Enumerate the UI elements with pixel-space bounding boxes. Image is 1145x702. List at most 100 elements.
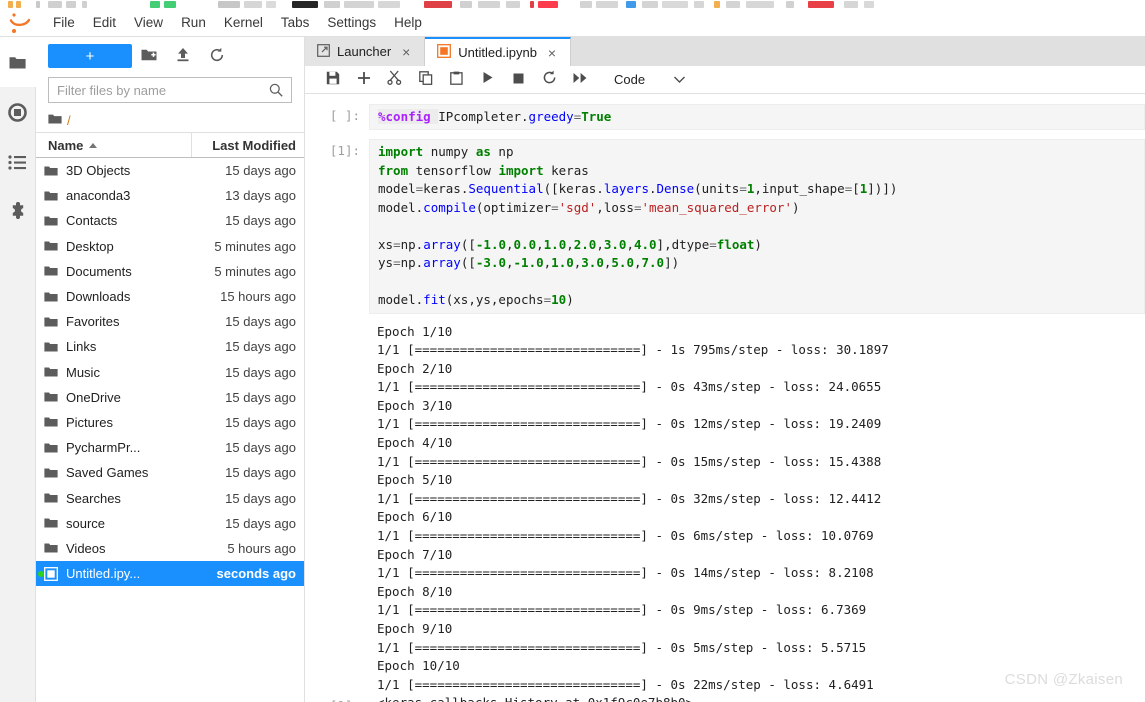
- code-line: %config IPcompleter.greedy=True: [378, 108, 1136, 127]
- file-list-item[interactable]: anaconda3 13 days ago: [36, 183, 304, 208]
- paste-cells-button[interactable]: [441, 67, 472, 91]
- sidebar-item-extensions[interactable]: [0, 187, 35, 237]
- stop-icon: [513, 72, 524, 87]
- file-name: source: [66, 515, 106, 531]
- close-icon[interactable]: ×: [398, 44, 414, 60]
- code-token: -1.0: [513, 255, 544, 270]
- code-token: True: [581, 108, 612, 124]
- output-prompt: [1]:: [305, 694, 369, 702]
- code-token: -1.0: [475, 236, 506, 252]
- search-input[interactable]: [49, 82, 269, 98]
- interrupt-kernel-button[interactable]: [503, 67, 534, 91]
- folder-icon: [36, 316, 66, 328]
- code-token: ]): [664, 255, 680, 270]
- bookmark-item: [66, 1, 76, 8]
- menu-item-help[interactable]: Help: [385, 12, 431, 33]
- bookmark-item: [164, 1, 176, 8]
- fast-forward-icon: [573, 72, 588, 87]
- code-token: ,: [536, 236, 544, 252]
- result-repr-text: <keras.callbacks.History at 0x1f9c0e7b8b…: [369, 694, 1145, 702]
- sidebar-item-running[interactable]: [0, 87, 35, 137]
- code-token: 'sgd': [558, 199, 597, 215]
- refresh-file-list-button[interactable]: [200, 43, 234, 69]
- file-last-modified: 15 days ago: [225, 465, 296, 481]
- file-list-item[interactable]: 3D Objects 15 days ago: [36, 158, 304, 183]
- file-last-modified: 5 minutes ago: [214, 263, 296, 279]
- code-token: np: [498, 144, 514, 159]
- main-area: + Filter files by name / Name Last Modif…: [0, 37, 1145, 702]
- new-folder-button[interactable]: [132, 43, 166, 69]
- file-list-item[interactable]: source 15 days ago: [36, 511, 304, 536]
- file-list-item[interactable]: PycharmPr... 15 days ago: [36, 435, 304, 460]
- file-last-modified: 15 days ago: [225, 440, 296, 456]
- menu-item-settings[interactable]: Settings: [318, 12, 385, 33]
- bookmark-item: [506, 1, 520, 8]
- close-icon[interactable]: ×: [544, 45, 560, 61]
- bookmark-item: [244, 1, 262, 8]
- training-log-text: Epoch 1/10 1/1 [========================…: [369, 322, 1145, 695]
- extension-manager-icon: [8, 202, 28, 222]
- file-name: Searches: [66, 490, 121, 506]
- cell-type-select[interactable]: Code: [610, 68, 688, 90]
- folder-icon: [36, 165, 66, 177]
- restart-kernel-button[interactable]: [534, 67, 565, 91]
- code-cell[interactable]: [ ]: %config IPcompleter.greedy=True: [305, 103, 1145, 130]
- breadcrumb[interactable]: /: [36, 109, 304, 133]
- sidebar-item-commands[interactable]: [0, 137, 35, 187]
- file-list-item[interactable]: Favorites 15 days ago: [36, 309, 304, 334]
- code-token: as: [475, 144, 499, 159]
- code-token: 1.0: [543, 236, 567, 252]
- code-token: 0.0: [513, 236, 537, 252]
- code-line: from tensorflow import keras: [378, 162, 1136, 181]
- file-list-item[interactable]: Links 15 days ago: [36, 334, 304, 359]
- file-list-item[interactable]: Searches 15 days ago: [36, 485, 304, 510]
- menu-item-view[interactable]: View: [125, 12, 172, 33]
- tab-untitled-notebook[interactable]: Untitled.ipynb ×: [425, 37, 571, 66]
- copy-cells-button[interactable]: [410, 67, 441, 91]
- file-list-item[interactable]: Downloads 15 hours ago: [36, 284, 304, 309]
- cell-editor[interactable]: import numpy as np from tensorflow import…: [369, 139, 1145, 314]
- activity-bar: [0, 37, 36, 702]
- file-list-item[interactable]: Pictures 15 days ago: [36, 410, 304, 435]
- bookmark-item: [460, 1, 472, 8]
- new-launcher-button[interactable]: +: [48, 44, 132, 68]
- cut-cells-button[interactable]: [379, 67, 410, 91]
- sidebar-item-file-browser[interactable]: [0, 37, 36, 87]
- tab-launcher[interactable]: Launcher ×: [305, 37, 426, 66]
- menu-item-run[interactable]: Run: [172, 12, 215, 33]
- restart-run-all-button[interactable]: [565, 67, 596, 91]
- file-name: 3D Objects: [66, 163, 131, 179]
- code-token: (units: [694, 181, 740, 196]
- save-button[interactable]: [317, 67, 348, 91]
- column-header-name[interactable]: Name: [36, 133, 192, 157]
- file-list-item-selected[interactable]: Untitled.ipy... seconds ago: [36, 561, 304, 587]
- file-list-item[interactable]: Documents 5 minutes ago: [36, 259, 304, 284]
- run-cell-button[interactable]: [472, 67, 503, 91]
- code-token: ,input_shape: [754, 181, 845, 196]
- file-list-item[interactable]: Desktop 5 minutes ago: [36, 234, 304, 259]
- insert-cell-button[interactable]: [348, 67, 379, 91]
- cell-editor[interactable]: %config IPcompleter.greedy=True: [369, 103, 1145, 130]
- folder-icon: [36, 366, 66, 378]
- breadcrumb-root[interactable]: /: [67, 113, 71, 128]
- file-list-item[interactable]: Saved Games 15 days ago: [36, 460, 304, 485]
- menu-item-edit[interactable]: Edit: [84, 12, 125, 33]
- file-list-item[interactable]: Music 15 days ago: [36, 360, 304, 385]
- code-cell[interactable]: [1]: import numpy as np from tensorflow im…: [305, 139, 1145, 314]
- file-list-item[interactable]: Contacts 15 days ago: [36, 208, 304, 233]
- code-token: ): [566, 292, 574, 307]
- code-token: IPcompleter: [438, 108, 522, 124]
- file-list-item[interactable]: OneDrive 15 days ago: [36, 385, 304, 410]
- upload-button[interactable]: [166, 43, 200, 69]
- menu-item-file[interactable]: File: [44, 12, 84, 33]
- file-list-item[interactable]: Videos 5 hours ago: [36, 536, 304, 561]
- code-token: ): [791, 199, 800, 215]
- notebook-cells-container[interactable]: [ ]: %config IPcompleter.greedy=True [1]: i…: [305, 93, 1145, 702]
- column-header-last-modified[interactable]: Last Modified: [192, 138, 304, 153]
- filter-files-field[interactable]: [48, 77, 292, 103]
- menu-item-tabs[interactable]: Tabs: [272, 12, 319, 33]
- file-name: Downloads: [66, 289, 131, 305]
- menu-item-kernel[interactable]: Kernel: [215, 12, 272, 33]
- code-token: compile: [423, 199, 476, 215]
- cell-prompt: [1]:: [329, 143, 360, 158]
